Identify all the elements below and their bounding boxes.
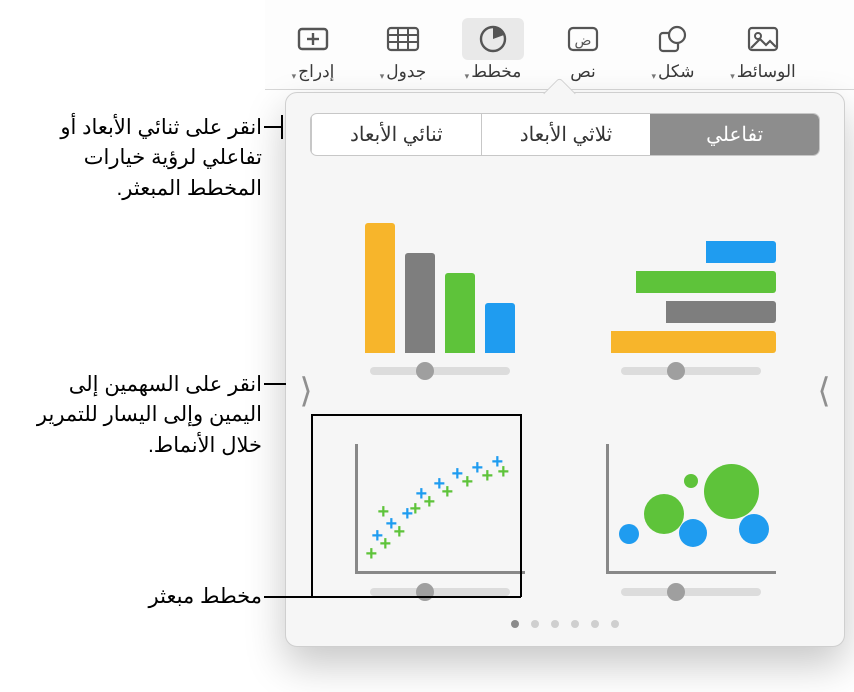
toolbar: إدراج▾ جدول▾ مخطط▾ ض نص شكل▾ الوسائط▾ <box>265 0 854 90</box>
chart-type-tabs: ثنائي الأبعاد ثلاثي الأبعاد تفاعلي <box>310 113 820 156</box>
chart-thumb-scatter[interactable]: + + + + + + + + + + + + + + + <box>334 411 545 597</box>
insert-icon <box>297 25 329 53</box>
nav-arrow-right[interactable]: ⟩ <box>810 371 838 411</box>
scatter-chart-icon: + + + + + + + + + + + + + + + <box>355 444 525 574</box>
pie-chart-icon <box>478 24 508 54</box>
toolbar-shape-label: شكل <box>658 62 695 82</box>
chevron-down-icon: ▾ <box>292 71 297 82</box>
callout-line <box>264 596 312 598</box>
text-icon: ض <box>566 25 600 53</box>
page-dot[interactable] <box>591 620 599 628</box>
chart-thumb-bar[interactable] <box>585 189 796 375</box>
chart-popover: ثنائي الأبعاد ثلاثي الأبعاد تفاعلي ⟨ ⟩ <box>285 92 845 647</box>
media-icon <box>746 25 780 53</box>
toolbar-table[interactable]: جدول▾ <box>359 14 447 82</box>
chevron-down-icon: ▾ <box>380 71 385 82</box>
shape-icon <box>657 24 689 54</box>
callout-tabs-hint: انقر على ثنائي الأبعاد أو تفاعلي لرؤية خ… <box>12 113 262 204</box>
tab-2d[interactable]: ثنائي الأبعاد <box>311 114 481 155</box>
toolbar-text[interactable]: ض نص <box>539 14 627 82</box>
tab-interactive[interactable]: تفاعلي <box>650 114 819 155</box>
callout-arrows-hint: انقر على السهمين إلى اليمين وإلى اليسار … <box>30 370 262 461</box>
toolbar-chart[interactable]: مخطط▾ <box>449 14 537 82</box>
toolbar-shape[interactable]: شكل▾ <box>629 14 717 82</box>
toolbar-table-label: جدول <box>386 62 426 82</box>
toolbar-insert-label: إدراج <box>298 62 334 82</box>
nav-arrow-left[interactable]: ⟨ <box>292 371 320 411</box>
chart-grid: + + + + + + + + + + + + + + + <box>334 189 796 596</box>
toolbar-chart-label: مخطط <box>471 62 521 82</box>
chevron-down-icon: ▾ <box>465 71 470 82</box>
toolbar-media-label: الوسائط <box>737 62 796 82</box>
table-icon <box>386 25 420 53</box>
svg-text:ض: ض <box>575 32 592 49</box>
callout-scatter-label: مخطط مبعثر <box>140 582 262 612</box>
callout-line <box>311 414 521 416</box>
page-dot[interactable] <box>551 620 559 628</box>
callout-line <box>264 126 282 128</box>
page-dots <box>286 620 844 628</box>
page-dot[interactable] <box>571 620 579 628</box>
tab-3d[interactable]: ثلاثي الأبعاد <box>481 114 651 155</box>
callout-line <box>281 115 283 139</box>
toolbar-insert[interactable]: إدراج▾ <box>269 14 357 82</box>
callout-line <box>311 414 313 597</box>
column-chart-icon <box>365 223 515 353</box>
callout-line <box>264 383 286 385</box>
chevron-down-icon: ▾ <box>730 71 735 82</box>
page-dot[interactable] <box>531 620 539 628</box>
toolbar-text-label: نص <box>570 62 596 82</box>
slider[interactable] <box>621 367 761 375</box>
callout-line <box>311 596 521 598</box>
chart-grid-area: ⟨ ⟩ <box>286 171 844 606</box>
page-dot[interactable] <box>511 620 519 628</box>
bubble-chart-icon <box>606 444 776 574</box>
chevron-down-icon: ▾ <box>651 71 656 82</box>
slider[interactable] <box>370 588 510 596</box>
slider[interactable] <box>370 367 510 375</box>
callout-line <box>520 414 522 597</box>
bar-chart-icon <box>606 241 776 353</box>
toolbar-media[interactable]: الوسائط▾ <box>719 14 807 82</box>
chart-thumb-column[interactable] <box>334 189 545 375</box>
page-dot[interactable] <box>611 620 619 628</box>
chart-thumb-bubble[interactable] <box>585 411 796 597</box>
slider[interactable] <box>621 588 761 596</box>
